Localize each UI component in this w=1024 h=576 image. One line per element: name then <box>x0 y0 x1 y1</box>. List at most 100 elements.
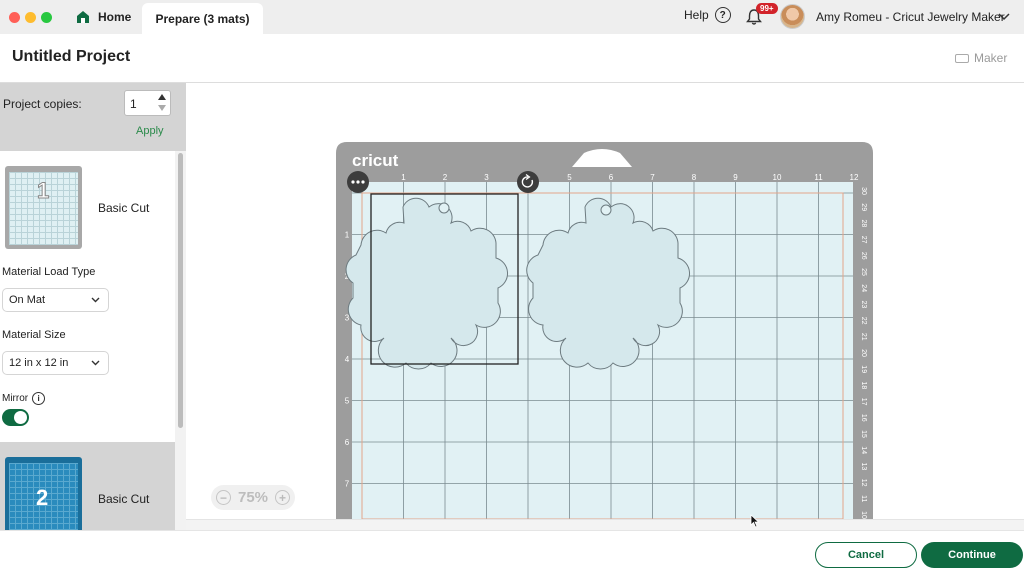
machine-label: Maker <box>974 51 1008 65</box>
help-label: Help <box>684 8 709 22</box>
mirror-row: Mirror i <box>2 392 46 405</box>
machine-icon <box>955 53 969 63</box>
right-ruler-label: 30 <box>860 187 867 195</box>
account-name[interactable]: Amy Romeu - Cricut Jewelry Maker <box>816 10 1005 24</box>
window-minimize-button[interactable] <box>25 12 36 23</box>
project-copies-panel: Project copies: 1 Apply <box>0 83 186 151</box>
right-ruler-label: 10 <box>860 511 867 519</box>
mat-list: 1 Basic Cut Material Load Type On Mat Ma… <box>0 151 175 530</box>
material-load-type-label: Material Load Type <box>2 266 96 278</box>
right-ruler-label: 12 <box>860 479 867 487</box>
left-ruler-label: 7 <box>345 480 350 489</box>
chevron-down-icon <box>91 360 100 366</box>
footer: Cancel Continue <box>0 530 1024 576</box>
window-maximize-button[interactable] <box>41 12 52 23</box>
home-icon <box>77 11 89 23</box>
project-copies-label: Project copies: <box>3 97 82 111</box>
mat-2-number: 2 <box>36 485 49 510</box>
title-bar: Home Prepare (3 mats) Help ? 99+ Amy Rom… <box>0 0 1024 34</box>
top-ruler-label: 3 <box>484 173 489 182</box>
right-ruler-label: 16 <box>860 414 867 422</box>
project-header: Untitled Project Maker <box>0 34 1024 83</box>
help-icon: ? <box>714 7 731 23</box>
material-size-value: 12 in x 12 in <box>9 357 69 369</box>
top-ruler-label: 11 <box>814 173 823 182</box>
right-ruler-label: 29 <box>860 203 867 211</box>
cancel-button[interactable]: Cancel <box>815 542 917 568</box>
right-ruler: 30 29 28 27 26 25 24 23 22 21 20 19 18 17 16 15 14 13 12 11… <box>860 187 867 519</box>
left-ruler-label: 4 <box>345 355 350 364</box>
zoom-control: − 75% + <box>211 485 295 510</box>
mat-brand: cricut <box>352 151 399 170</box>
right-ruler-label: 11 <box>860 495 867 502</box>
right-ruler-label: 13 <box>860 463 867 471</box>
mouse-cursor-icon <box>750 514 760 528</box>
project-copies-value: 1 <box>130 97 137 111</box>
tab-prepare[interactable]: Prepare (3 mats) <box>142 3 263 34</box>
stepper-down-icon[interactable] <box>158 105 166 111</box>
right-ruler-label: 27 <box>860 236 867 244</box>
avatar[interactable] <box>780 4 805 29</box>
mat-preview-canvas[interactable]: cricut 123456789101112 1234567 302928272… <box>186 83 1024 520</box>
right-ruler-label: 28 <box>860 220 867 228</box>
machine-selector[interactable]: Maker <box>955 51 1007 65</box>
right-ruler-label: 26 <box>860 252 867 260</box>
material-load-type-value: On Mat <box>9 294 46 306</box>
left-ruler-label: 6 <box>345 438 350 447</box>
material-size-select[interactable]: 12 in x 12 in <box>2 351 109 375</box>
tab-prepare-label: Prepare (3 mats) <box>155 11 250 26</box>
chevron-down-icon <box>91 297 100 303</box>
zoom-out-button[interactable]: − <box>216 490 231 505</box>
zoom-in-button[interactable]: + <box>275 490 290 505</box>
toggle-knob <box>14 411 27 424</box>
sidebar-scrollbar-thumb[interactable] <box>178 153 183 428</box>
material-size-label: Material Size <box>2 329 66 341</box>
material-load-type-select[interactable]: On Mat <box>2 288 109 312</box>
left-ruler-label: 5 <box>345 397 350 406</box>
project-copies-input[interactable]: 1 <box>124 90 171 116</box>
right-ruler-label: 15 <box>860 430 867 438</box>
top-ruler-label: 7 <box>650 173 655 182</box>
zoom-level: 75% <box>237 489 269 506</box>
chevron-down-icon[interactable] <box>998 10 1010 22</box>
top-ruler-label: 12 <box>850 173 859 182</box>
right-ruler-label: 21 <box>860 333 867 341</box>
apply-button[interactable]: Apply <box>136 125 164 137</box>
mat-1-label: Basic Cut <box>98 201 150 215</box>
stepper-up-icon[interactable] <box>158 94 166 100</box>
right-ruler-label: 19 <box>860 365 867 373</box>
right-ruler-label: 25 <box>860 268 867 276</box>
right-ruler-label: 20 <box>860 349 867 357</box>
top-ruler-label: 10 <box>773 173 782 182</box>
left-ruler-label: 1 <box>345 231 350 240</box>
tab-home-label: Home <box>98 10 132 24</box>
help-button[interactable]: Help ? <box>684 7 731 23</box>
tab-home[interactable]: Home <box>66 0 141 34</box>
mat-sidebar: Project copies: 1 Apply 1 Basic Cut Mate… <box>0 83 186 530</box>
mat-2-label: Basic Cut <box>98 492 150 506</box>
mirror-toggle[interactable] <box>2 409 29 426</box>
notification-badge: 99+ <box>756 3 778 14</box>
mirror-label: Mirror <box>2 393 29 404</box>
cutting-mat: cricut 123456789101112 1234567 302928272… <box>336 142 873 520</box>
mat-1-number: 1 <box>36 178 50 204</box>
info-icon[interactable]: i <box>32 392 46 405</box>
right-ruler-label: 24 <box>860 284 867 292</box>
top-ruler-label: 2 <box>443 173 448 182</box>
top-ruler-label: 5 <box>567 173 572 182</box>
top-ruler-label: 9 <box>733 173 738 182</box>
more-options-button[interactable] <box>347 171 369 193</box>
right-ruler-label: 17 <box>860 398 867 406</box>
top-ruler-label: 6 <box>609 173 614 182</box>
top-ruler-label: 1 <box>401 173 406 182</box>
rotate-button[interactable] <box>517 171 539 193</box>
continue-button[interactable]: Continue <box>921 542 1023 568</box>
right-ruler-label: 18 <box>860 382 867 390</box>
right-ruler-label: 14 <box>860 446 867 454</box>
window-close-button[interactable] <box>9 12 20 23</box>
canvas-horizontal-scrollbar[interactable] <box>186 519 1024 530</box>
page-title: Untitled Project <box>12 48 131 65</box>
right-ruler-label: 22 <box>860 317 867 325</box>
right-ruler-label: 23 <box>860 301 867 309</box>
top-ruler-label: 8 <box>692 173 697 182</box>
